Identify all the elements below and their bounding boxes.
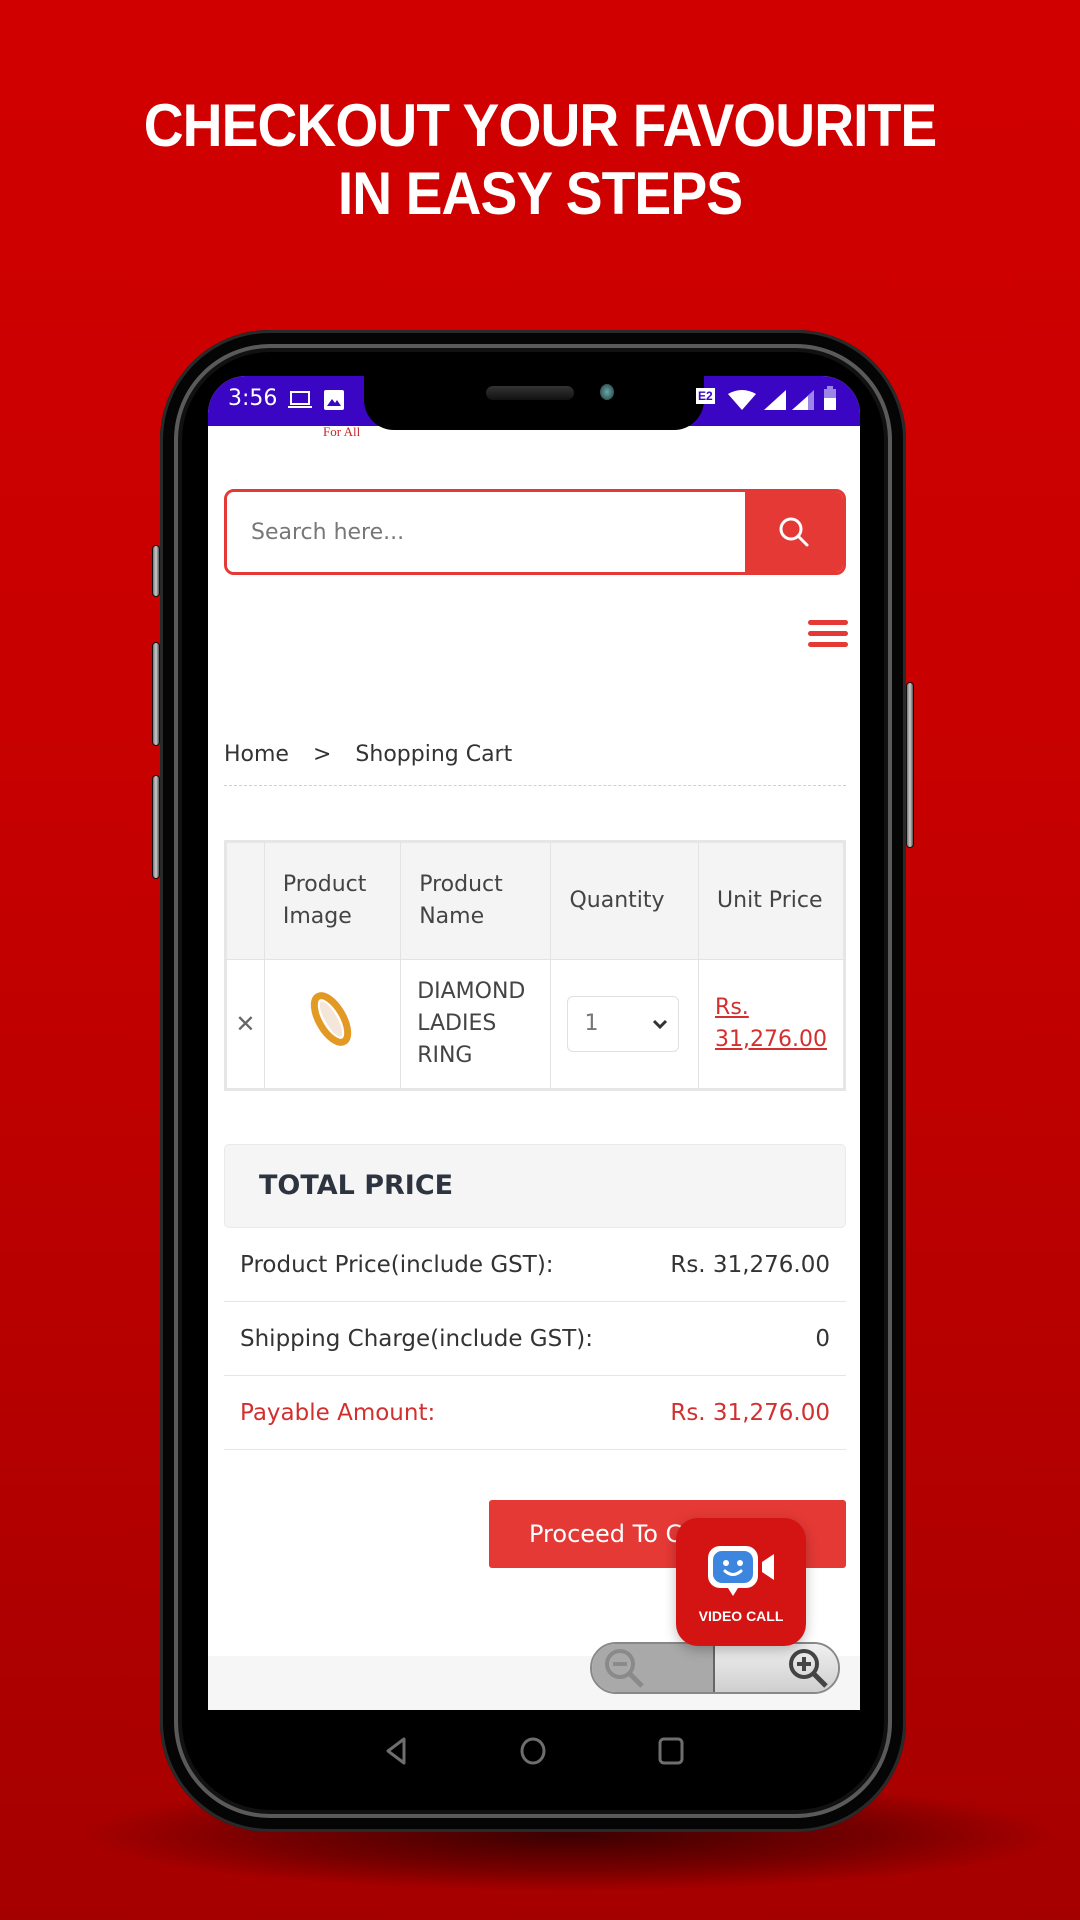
cart-table: Product Image Product Name Quantity Unit… — [224, 840, 846, 1091]
product-image-cell — [263, 959, 402, 1090]
product-ring-image[interactable] — [281, 974, 381, 1064]
status-bar: 3:56 E2 — [208, 376, 860, 430]
remove-item-button[interactable]: ✕ — [225, 959, 265, 1090]
quantity-select[interactable]: 1 — [567, 996, 680, 1052]
header-product-name: Product Name — [400, 841, 552, 960]
header-quantity: Quantity — [550, 841, 700, 960]
product-name: DIAMOND LADIES RING — [400, 959, 552, 1090]
quantity-cell: 1 — [550, 959, 700, 1090]
e2-badge-icon: E2 — [696, 388, 715, 404]
chevron-down-icon — [653, 1019, 668, 1030]
phone-side-button — [152, 545, 160, 597]
summary-label: Product Price(include GST): — [240, 1251, 554, 1278]
search-icon — [779, 517, 809, 547]
search-button[interactable] — [745, 492, 843, 572]
recents-nav-button[interactable] — [658, 1736, 684, 1766]
promo-headline: CHECKOUT YOUR FAVOURITE IN EASY STEPS — [43, 92, 1037, 228]
zoom-in-button[interactable] — [715, 1644, 838, 1692]
site-logo-tagline: For All — [323, 424, 361, 439]
summary-row-product-price: Product Price(include GST): Rs. 31,276.0… — [224, 1228, 846, 1302]
phone-side-button — [152, 775, 160, 879]
video-call-button[interactable]: VIDEO CALL — [676, 1518, 806, 1646]
header-unit-price: Unit Price — [698, 841, 845, 960]
phone-screen: 3:56 E2 For All Search here... Home > Sh… — [208, 376, 860, 1710]
hamburger-menu-button[interactable] — [808, 620, 848, 654]
home-nav-button[interactable] — [520, 1736, 546, 1766]
summary-label: Shipping Charge(include GST): — [240, 1325, 593, 1352]
total-price-heading: TOTAL PRICE — [224, 1144, 846, 1228]
front-camera — [600, 384, 614, 400]
zoom-out-icon — [605, 1649, 644, 1688]
wifi-icon — [728, 390, 756, 415]
zoom-out-button[interactable] — [592, 1644, 715, 1692]
menu-bar — [808, 631, 848, 636]
phone-power-button — [906, 682, 914, 848]
laptop-icon — [288, 390, 312, 415]
menu-bar — [808, 642, 848, 647]
summary-value: Rs. 31,276.00 — [670, 1399, 830, 1426]
phone-side-button — [152, 642, 160, 746]
zoom-control — [590, 1642, 840, 1694]
speaker-grille — [486, 386, 574, 400]
video-call-label: VIDEO CALL — [698, 1608, 784, 1624]
unit-price-cell: Rs. 31,276.00 — [698, 959, 845, 1090]
image-icon — [324, 390, 344, 415]
breadcrumb: Home > Shopping Cart — [224, 742, 846, 786]
back-nav-button[interactable] — [384, 1736, 408, 1766]
summary-value: Rs. 31,276.00 — [670, 1251, 830, 1278]
search-input[interactable] — [227, 492, 745, 572]
status-time: 3:56 — [228, 386, 278, 411]
breadcrumb-separator: > — [312, 742, 332, 767]
zoom-in-icon — [789, 1649, 828, 1688]
header-remove — [225, 841, 265, 960]
unit-price-link[interactable]: Rs. 31,276.00 — [715, 995, 827, 1052]
summary-row-payable: Payable Amount: Rs. 31,276.00 — [224, 1376, 846, 1450]
search-bar — [224, 489, 846, 575]
signal-icon — [764, 390, 786, 415]
battery-icon — [824, 386, 836, 415]
headline-line-1: CHECKOUT YOUR FAVOURITE — [143, 92, 938, 159]
android-nav-bar — [208, 1710, 860, 1790]
breadcrumb-home-link[interactable]: Home — [224, 742, 289, 785]
signal-icon-2 — [792, 390, 814, 415]
breadcrumb-current: Shopping Cart — [355, 742, 513, 767]
summary-label: Payable Amount: — [240, 1399, 436, 1426]
quantity-value: 1 — [584, 1011, 599, 1036]
table-row: ✕ DIAMOND LADIES RING 1 Rs. 31,276.00 — [225, 959, 845, 1090]
table-header-row: Product Image Product Name Quantity Unit… — [225, 841, 845, 960]
headline-line-2: IN EASY STEPS — [337, 160, 743, 227]
video-call-bot-icon — [708, 1546, 774, 1596]
camera-notch — [364, 376, 704, 430]
summary-row-shipping: Shipping Charge(include GST): 0 — [224, 1302, 846, 1376]
summary-value: 0 — [815, 1325, 830, 1352]
header-product-image: Product Image — [263, 841, 402, 960]
menu-bar — [808, 620, 848, 625]
